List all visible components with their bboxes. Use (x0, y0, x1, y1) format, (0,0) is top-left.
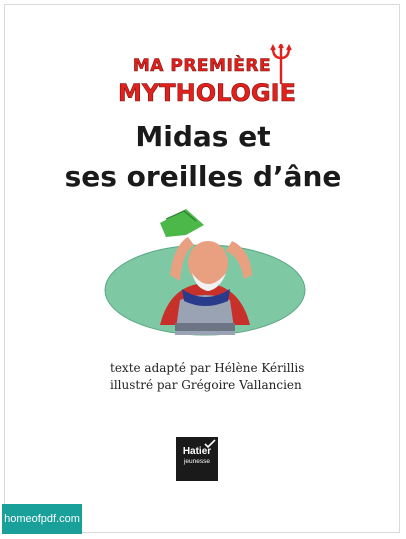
series-logo-line1: MA PREMIÈRE (132, 56, 272, 77)
series-logo-line2: MYTHOLOGIE (118, 79, 297, 108)
book-title-line1: Midas et (135, 120, 271, 153)
author-credit: texte adapté par Hélène Kérillis (110, 361, 305, 375)
king-midas-illustration (104, 209, 306, 336)
illustrator-credit: illustré par Grégoire Vallancien (110, 378, 302, 392)
series-logo: MA PREMIÈRE MYTHOLOGIE (118, 44, 298, 116)
watermark-badge[interactable]: homeofpdf.com (2, 504, 82, 534)
checkmark-icon (204, 439, 216, 449)
trident-icon (270, 44, 292, 84)
book-title-line2: ses oreilles d’âne (64, 160, 342, 193)
publisher-logo: Hatier jeunesse (176, 437, 218, 481)
publisher-sub: jeunesse (183, 458, 211, 465)
